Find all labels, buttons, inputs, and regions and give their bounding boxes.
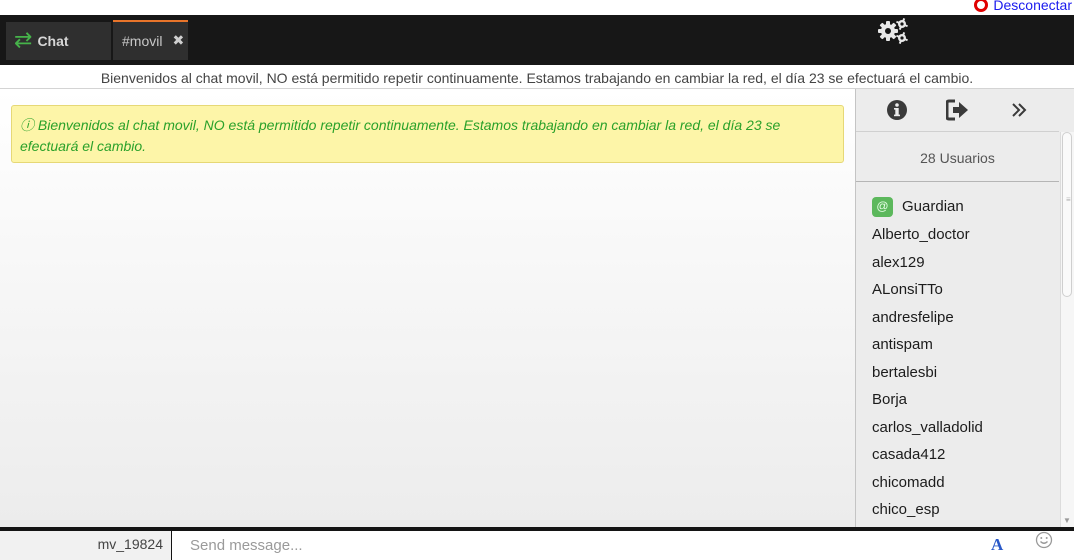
power-icon bbox=[974, 0, 989, 12]
top-bar: Desconectar bbox=[0, 0, 1074, 15]
double-chevron-right-icon bbox=[1011, 103, 1026, 117]
disconnect-label: Desconectar bbox=[993, 0, 1072, 13]
tab-chat-label: Chat bbox=[37, 33, 69, 49]
user-item[interactable]: casada412 bbox=[856, 441, 1059, 469]
grip-icon: ≡ bbox=[1066, 195, 1071, 204]
announcement-bar: Bienvenidos al chat movil, NO está permi… bbox=[0, 65, 1074, 89]
user-name: Guardian bbox=[902, 197, 964, 215]
tab-movil[interactable]: #movil ✖ bbox=[113, 20, 188, 60]
user-item[interactable]: bertalesbi bbox=[856, 359, 1059, 387]
tab-chat[interactable]: ⇄ Chat bbox=[6, 22, 111, 60]
motd-banner: ⓘ Bienvenidos al chat movil, NO está per… bbox=[11, 105, 844, 163]
sidebar-toolbar bbox=[856, 89, 1074, 131]
leave-channel-button[interactable] bbox=[927, 89, 988, 131]
swap-arrows-icon: ⇄ bbox=[14, 28, 33, 53]
disconnect-link[interactable]: Desconectar bbox=[974, 0, 1072, 12]
user-item[interactable]: alex129 bbox=[856, 249, 1059, 277]
scroll-down-arrow-icon[interactable]: ▼ bbox=[1063, 516, 1071, 525]
operator-badge: @ bbox=[872, 196, 893, 217]
user-item[interactable]: carlos_valladolid bbox=[856, 414, 1059, 442]
collapse-sidebar-button[interactable] bbox=[988, 89, 1049, 131]
chat-messages-area: ⓘ Bienvenidos al chat movil, NO está per… bbox=[0, 89, 855, 527]
user-item[interactable]: @ Guardian bbox=[856, 192, 1059, 221]
close-icon[interactable]: ✖ bbox=[172, 33, 184, 49]
scrollbar-thumb[interactable]: ≡ bbox=[1062, 132, 1072, 297]
user-item[interactable]: antispam bbox=[856, 331, 1059, 359]
user-list: @ Guardian Alberto_doctor alex129 ALonsi… bbox=[856, 192, 1059, 524]
channel-info-button[interactable] bbox=[866, 89, 927, 131]
composer-bar: mv_19824 A bbox=[0, 527, 1074, 560]
message-input[interactable] bbox=[172, 531, 1074, 560]
motd-text: Bienvenidos al chat movil, NO está permi… bbox=[20, 117, 781, 154]
smiley-icon[interactable] bbox=[1035, 531, 1053, 549]
exit-icon bbox=[945, 99, 968, 121]
user-item[interactable]: ALonsiTTo bbox=[856, 276, 1059, 304]
user-item[interactable]: Borja bbox=[856, 386, 1059, 414]
user-item[interactable]: andresfelipe bbox=[856, 304, 1059, 332]
user-count: 28 Usuarios bbox=[856, 131, 1059, 182]
user-item[interactable]: chico_esp bbox=[856, 496, 1059, 524]
user-item[interactable]: Alberto_doctor bbox=[856, 221, 1059, 249]
tab-movil-label: #movil bbox=[122, 33, 163, 49]
header: ⇄ Chat #movil ✖ bbox=[0, 15, 1074, 65]
info-icon bbox=[886, 100, 907, 120]
text-format-button[interactable]: A bbox=[991, 535, 1003, 555]
info-circle-icon: ⓘ bbox=[20, 117, 34, 133]
user-item[interactable]: chicomadd bbox=[856, 469, 1059, 497]
user-sidebar: 28 Usuarios @ Guardian Alberto_doctor al… bbox=[855, 89, 1074, 527]
user-list-scrollbar[interactable]: ≡ ▼ bbox=[1060, 132, 1074, 527]
nickname-label: mv_19824 bbox=[0, 531, 171, 560]
gears-icon[interactable] bbox=[876, 15, 910, 45]
